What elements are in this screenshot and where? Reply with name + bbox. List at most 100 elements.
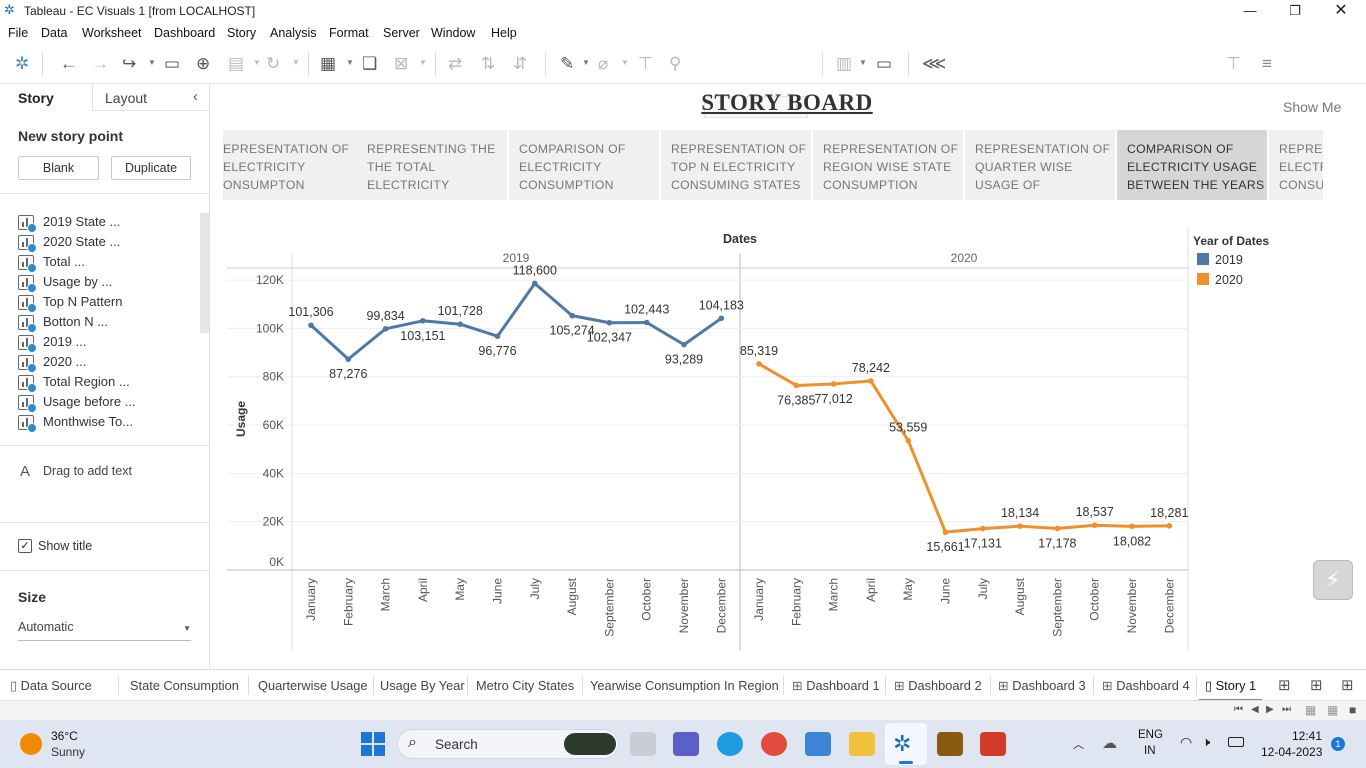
chevron-down-icon[interactable]: ▼ — [253, 58, 261, 67]
save-icon[interactable]: ▭ — [164, 54, 180, 74]
tab-dashboard-3[interactable]: ⊞ Dashboard 3 — [998, 670, 1086, 701]
menu-analysis[interactable]: Analysis — [270, 26, 317, 40]
tab-dashboard-1[interactable]: ⊞ Dashboard 1 — [792, 670, 880, 701]
menu-format[interactable]: Format — [329, 26, 369, 40]
menu-worksheet[interactable]: Worksheet — [82, 26, 142, 40]
menu-help[interactable]: Help — [491, 26, 517, 40]
prev-sheet-icon[interactable]: ◀ — [1251, 704, 1259, 715]
close-icon[interactable]: ✕ — [1318, 0, 1364, 22]
share-icon[interactable]: ⋘ — [922, 54, 946, 74]
chevron-down-icon[interactable]: ▼ — [346, 58, 354, 67]
scrollbar[interactable] — [200, 213, 209, 333]
battery-icon[interactable] — [1228, 737, 1244, 747]
teams-chat-icon[interactable] — [673, 732, 699, 756]
tab-usage-by-year[interactable]: Usage By Year — [380, 670, 465, 701]
language-region[interactable]: IN — [1144, 745, 1156, 757]
clock-time[interactable]: 12:41 — [1292, 729, 1322, 743]
weather-desc[interactable]: Sunny — [51, 745, 85, 759]
menu-window[interactable]: Window — [431, 26, 475, 40]
volume-muted-icon[interactable]: 🕨 — [1202, 734, 1210, 750]
clock-date[interactable]: 12-04-2023 — [1261, 745, 1322, 759]
blank-button[interactable]: Blank — [18, 156, 99, 180]
language-code[interactable]: ENG — [1138, 729, 1163, 741]
pin-icon[interactable]: ⊤ — [1226, 54, 1241, 74]
chevron-down-icon[interactable]: ▼ — [148, 58, 156, 67]
story-point[interactable]: COMPARISON OF ELECTRICITY CONSUMPTION — [509, 130, 659, 200]
tab-dashboard-2[interactable]: ⊞ Dashboard 2 — [894, 670, 982, 701]
tab-data-source[interactable]: ▯ Data Source — [10, 670, 92, 701]
wps-office-icon[interactable] — [980, 732, 1006, 756]
menu-file[interactable]: File — [8, 26, 28, 40]
collapse-panel-icon[interactable]: ‹ — [193, 88, 198, 105]
show-me-icon[interactable]: ≡ — [1262, 54, 1272, 74]
tableau-home-icon[interactable]: ✲ — [15, 54, 29, 74]
menu-server[interactable]: Server — [383, 26, 420, 40]
presentation-icon[interactable]: ▭ — [876, 54, 892, 74]
tab-metro-city-states[interactable]: Metro City States — [476, 670, 574, 701]
tableau-taskbar-active[interactable]: ✲ — [885, 723, 927, 765]
tab-yearwise-consumption[interactable]: Yearwise Consumption In Region — [590, 670, 779, 701]
story-point[interactable]: REPRESENTATION OF REGION WISE STATE CONS… — [813, 130, 963, 200]
chevron-up-icon[interactable]: ︿ — [1073, 736, 1084, 752]
tab-story-1[interactable]: ▯ Story 1 — [1199, 670, 1263, 701]
weather-temp[interactable]: 36°C — [51, 729, 78, 743]
minimize-icon[interactable]: — — [1227, 0, 1273, 22]
extension-float-icon[interactable]: ⚡ — [1313, 560, 1353, 600]
chevron-down-icon[interactable]: ▼ — [859, 58, 867, 67]
onedrive-cloud-icon[interactable]: ☁ — [1102, 734, 1117, 752]
first-sheet-icon[interactable]: ⏮ — [1234, 704, 1243, 715]
chrome-browser-icon[interactable] — [761, 732, 787, 756]
task-view-icon[interactable] — [630, 732, 656, 756]
restore-icon[interactable]: ❐ — [1272, 0, 1318, 22]
weather-sun-icon[interactable] — [20, 733, 42, 755]
story-point[interactable]: REPRESENTATION OF QUARTER WISE USAGE OF — [965, 130, 1115, 200]
edge-browser-icon[interactable] — [717, 732, 743, 756]
sorter-icon[interactable]: ▦ — [1327, 703, 1338, 717]
filmstrip-icon[interactable]: ▦ — [1305, 703, 1316, 717]
sort-descending-icon[interactable]: ⇵ — [513, 54, 527, 74]
story-point[interactable]: REPRESENTING THE THE TOTAL ELECTRICITY — [357, 130, 507, 200]
story-point[interactable]: EPRESENTATION OF ELECTRICITY ONSUMPTON — [223, 130, 361, 200]
drag-text-object[interactable]: Drag to add text — [43, 464, 132, 478]
last-sheet-icon[interactable]: ⏭ — [1282, 704, 1291, 715]
menu-dashboard[interactable]: Dashboard — [154, 26, 215, 40]
pause-updates-icon[interactable]: ▤ — [228, 54, 244, 74]
duplicate-button[interactable]: Duplicate — [111, 156, 191, 180]
new-dashboard-tab-icon[interactable]: ⊞ — [1310, 670, 1323, 701]
tab-quarterwise-usage[interactable]: Quarterwise Usage — [258, 670, 368, 701]
notification-badge[interactable]: 1 — [1331, 737, 1345, 751]
microsoft-store-icon[interactable] — [805, 732, 831, 756]
windows-start-icon[interactable] — [361, 732, 385, 756]
sort-ascending-icon[interactable]: ⇅ — [481, 54, 495, 74]
duplicate-sheet-icon[interactable]: ❏ — [362, 54, 377, 74]
size-dropdown[interactable]: Automatic ▼ — [18, 620, 191, 641]
file-explorer-icon[interactable] — [849, 732, 875, 756]
menu-story[interactable]: Story — [227, 26, 256, 40]
tabs-icon[interactable]: ■ — [1349, 703, 1356, 717]
labels-icon[interactable]: ⊤ — [638, 54, 653, 74]
new-datasource-icon[interactable]: ⊕ — [196, 54, 210, 74]
fix-axes-icon[interactable]: ⚲ — [669, 54, 681, 74]
wifi-icon[interactable]: ◠ — [1180, 734, 1192, 751]
new-worksheet-icon[interactable]: ▦ — [320, 54, 336, 74]
show-title-checkbox[interactable]: ✓ — [18, 539, 32, 553]
menu-data[interactable]: Data — [41, 26, 67, 40]
group-icon[interactable]: ⌀ — [598, 54, 608, 74]
new-story-tab-icon[interactable]: ⊞ — [1341, 670, 1354, 701]
next-sheet-icon[interactable]: ▶ — [1266, 704, 1274, 715]
tab-dashboard-4[interactable]: ⊞ Dashboard 4 — [1102, 670, 1190, 701]
taskbar-search-box[interactable]: ⌕ Search — [397, 729, 619, 759]
chevron-down-icon[interactable]: ▼ — [292, 58, 300, 67]
undo-icon[interactable]: ← — [60, 54, 77, 74]
show-labels-icon[interactable]: ▥ — [836, 54, 852, 74]
tab-story[interactable]: Story — [18, 90, 54, 106]
replay-icon[interactable]: ↪ — [122, 54, 136, 74]
show-me-button[interactable]: Show Me — [1283, 99, 1341, 115]
tab-state-consumption[interactable]: State Consumption — [130, 670, 239, 701]
highlight-icon[interactable]: ✎ — [560, 54, 574, 74]
swap-icon[interactable]: ⇄ — [448, 54, 462, 74]
tab-layout[interactable]: Layout — [105, 90, 147, 106]
chevron-down-icon[interactable]: ▼ — [621, 58, 629, 67]
clear-sheet-icon[interactable]: ⊠ — [394, 54, 408, 74]
story-point-active[interactable]: COMPARISON OF ELECTRICITY USAGE BETWEEN … — [1117, 130, 1267, 200]
